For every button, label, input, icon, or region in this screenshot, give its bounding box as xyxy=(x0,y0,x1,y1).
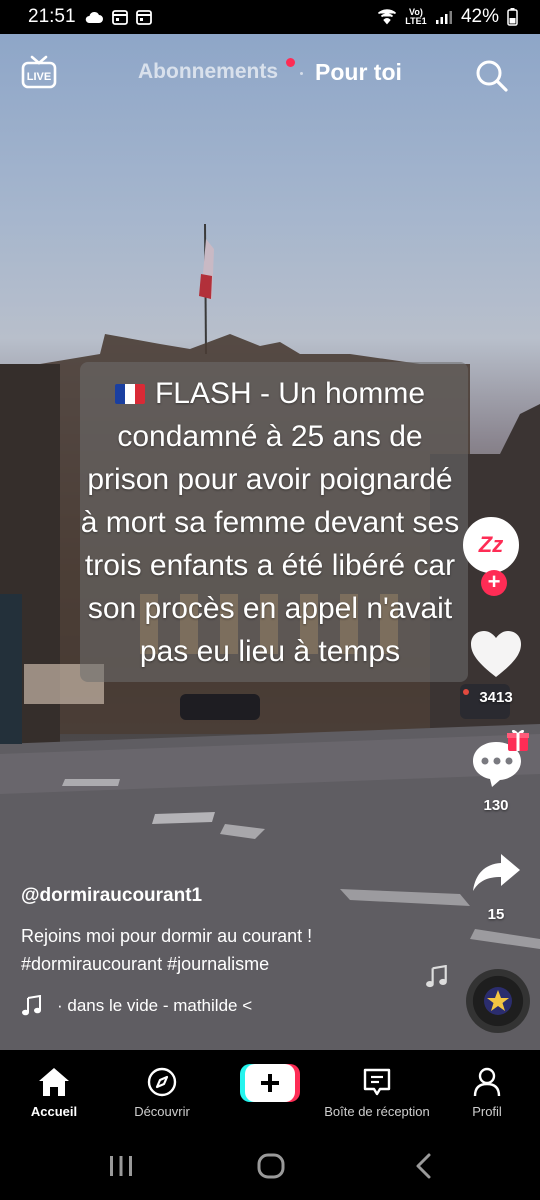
search-icon xyxy=(476,60,508,92)
like-count: 3413 xyxy=(479,689,513,706)
search-button[interactable] xyxy=(474,58,510,94)
caption-line: pas eu lieu à temps xyxy=(139,635,401,668)
plus-icon xyxy=(240,1064,300,1102)
like-button[interactable] xyxy=(468,628,524,684)
caption-line: condamné à 25 ans de xyxy=(117,420,423,453)
signal-icon xyxy=(435,11,452,24)
avatar-text: Zz xyxy=(478,532,504,557)
tab-following[interactable]: Abonnements xyxy=(138,60,278,84)
tab-for-you[interactable]: Pour toi xyxy=(315,59,402,86)
status-bar: 21:51 Vo) LTE1 42% xyxy=(0,0,540,34)
caption-line: à mort sa femme devant ses xyxy=(80,506,460,539)
heart-icon xyxy=(471,631,521,677)
music-note-icon xyxy=(22,995,41,1016)
tab-separator xyxy=(300,72,303,75)
battery-percent: 42% xyxy=(460,6,499,27)
cloud-icon xyxy=(85,11,103,23)
tab-discover-label: Découvrir xyxy=(134,1104,190,1119)
hashtags[interactable]: #dormiraucourant #journalisme xyxy=(21,950,441,978)
notification-dot xyxy=(286,58,295,67)
back-icon[interactable] xyxy=(412,1152,436,1180)
battery-icon xyxy=(507,8,518,26)
home-icon xyxy=(39,1068,69,1096)
gift-icon xyxy=(507,729,529,751)
caption-line: FLASH - Un homme xyxy=(154,377,426,410)
compass-icon xyxy=(147,1067,177,1097)
tab-inbox[interactable]: Boîte de réception xyxy=(322,1066,432,1122)
tab-home-label: Accueil xyxy=(30,1104,78,1119)
star-icon xyxy=(484,987,512,1015)
music-info[interactable]: · dans le vide - mathilde < xyxy=(21,995,252,1017)
calendar-icon xyxy=(135,10,152,25)
create-button[interactable] xyxy=(240,1064,300,1102)
system-nav-bar xyxy=(0,1132,540,1200)
caption-line: trois enfants a été libéré car xyxy=(84,549,456,582)
home-nav-icon[interactable] xyxy=(256,1152,286,1180)
profile-icon xyxy=(473,1067,501,1097)
live-label: LIVE xyxy=(27,71,51,83)
music-title: · dans le vide - mathilde < xyxy=(57,996,253,1015)
live-icon: LIVE xyxy=(21,55,57,89)
share-button[interactable] xyxy=(470,848,526,904)
description-text: Rejoins moi pour dormir au courant ! xyxy=(21,926,313,946)
music-disc[interactable] xyxy=(466,969,530,1033)
inbox-icon xyxy=(363,1068,391,1096)
post-description: Rejoins moi pour dormir au courant ! #do… xyxy=(21,922,441,978)
tab-discover[interactable]: Découvrir xyxy=(107,1066,217,1119)
username[interactable]: @dormiraucourant1 xyxy=(21,885,202,907)
video-caption: FLASH - Un homme condamné à 25 ans de pr… xyxy=(30,372,510,673)
share-count: 15 xyxy=(487,906,505,923)
france-flag-icon xyxy=(114,384,145,404)
share-arrow-icon xyxy=(473,854,520,891)
tab-home[interactable]: Accueil xyxy=(0,1066,109,1119)
calendar-icon xyxy=(111,10,128,25)
network-label: Vo) LTE1 xyxy=(405,7,427,26)
recent-apps-icon[interactable] xyxy=(108,1154,134,1178)
tab-profile[interactable]: Profil xyxy=(432,1066,540,1119)
wifi-icon xyxy=(377,9,397,25)
floating-music-note-icon xyxy=(426,965,447,988)
follow-button[interactable]: + xyxy=(481,570,507,596)
live-button[interactable]: LIVE xyxy=(20,54,58,92)
comment-count: 130 xyxy=(483,797,509,814)
creator-avatar[interactable]: Zz xyxy=(463,517,519,573)
caption-line: prison pour avoir poignardé xyxy=(87,463,453,496)
tab-inbox-label: Boîte de réception xyxy=(324,1104,430,1119)
bottom-tab-bar: Accueil Découvrir Boîte de réception Pro… xyxy=(0,1050,540,1132)
top-nav: LIVE Abonnements Pour toi xyxy=(0,50,540,100)
clock: 21:51 xyxy=(28,6,76,27)
tab-profile-label: Profil xyxy=(472,1104,502,1119)
caption-line: son procès en appel n'avait xyxy=(87,592,453,625)
